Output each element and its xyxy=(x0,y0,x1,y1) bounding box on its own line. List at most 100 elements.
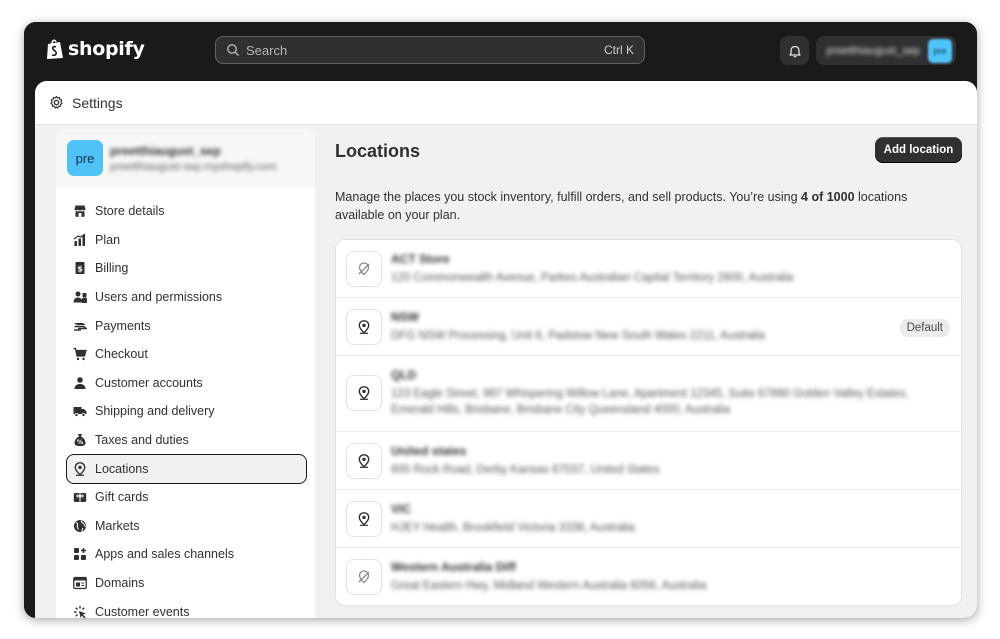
location-icon xyxy=(74,461,86,476)
settings-title: Settings xyxy=(72,94,123,111)
store-domain: preetthiaugust-sep.myshopify.com xyxy=(110,160,277,173)
truck-icon xyxy=(73,407,87,418)
location-icon xyxy=(358,320,370,334)
list-item[interactable]: QLD 123 Eagle Street, 987 Whispering Wil… xyxy=(336,356,961,432)
sidebar-item-label: Store details xyxy=(95,204,165,219)
location-name: QLD xyxy=(391,368,417,382)
svg-text:$: $ xyxy=(77,265,83,274)
account-name: preetthiaugust_sep xyxy=(826,44,920,57)
location-icon-box xyxy=(346,251,382,287)
tax-icon: % xyxy=(74,434,86,446)
app-window: shopify Search Ctrl K preetthiaugust_sep… xyxy=(24,22,977,618)
location-name: NSW xyxy=(391,310,419,324)
location-address: Great Eastern Hwy, Midland Western Austr… xyxy=(391,580,707,592)
notifications-button[interactable] xyxy=(780,36,809,65)
location-name: Western Australia Diff xyxy=(391,560,516,574)
sidebar-item-users-and-permissions[interactable]: Users and permissions xyxy=(56,283,315,312)
location-off-icon xyxy=(358,262,370,276)
svg-text:%: % xyxy=(77,438,84,446)
account-avatar: pre xyxy=(928,38,952,63)
gift-icon xyxy=(73,493,87,503)
location-address: 600 Rock Road, Derby Kansas 67037, Unite… xyxy=(391,464,660,476)
sidebar-item-apps-and-sales-channels[interactable]: Apps and sales channels xyxy=(56,540,315,569)
billing-icon: $ xyxy=(75,262,85,275)
search-input[interactable]: Search Ctrl K xyxy=(215,36,645,64)
settings-panel: Settings pre preetthiaugust_sep preetthi… xyxy=(35,81,977,618)
sidebar-item-label: Customer accounts xyxy=(95,375,203,390)
sidebar-item-locations[interactable]: Locations xyxy=(56,454,315,484)
sidebar-item-store-details[interactable]: Store details xyxy=(56,197,315,226)
sidebar-item-label: Plan xyxy=(95,232,121,247)
locations-list: ACT Store 120 Commonwealth Avenue, Parke… xyxy=(335,239,962,606)
search-placeholder: Search xyxy=(246,42,288,58)
location-address: 120 Commonwealth Avenue, Parkes Australi… xyxy=(391,272,794,284)
search-shortcut: Ctrl K xyxy=(604,43,634,57)
location-text: ACT Store 120 Commonwealth Avenue, Parke… xyxy=(391,252,941,286)
list-item[interactable]: United states 600 Rock Road, Derby Kansa… xyxy=(336,432,961,490)
sidebar-item-label: Gift cards xyxy=(95,490,149,505)
bell-icon xyxy=(788,45,801,57)
users-icon xyxy=(73,291,87,304)
description-text: Manage the places you stock inventory, f… xyxy=(335,190,802,204)
sidebar-item-gift-cards[interactable]: Gift cards xyxy=(56,483,315,512)
sidebar-item-domains[interactable]: Domains xyxy=(56,569,315,598)
location-icon-box xyxy=(346,309,382,345)
settings-nav: Store details Plan $ Billing Users and p… xyxy=(56,187,315,618)
store-icon xyxy=(74,205,86,218)
store-name: preetthiaugust_sep xyxy=(110,143,221,158)
sidebar-item-label: Markets xyxy=(95,518,140,533)
sidebar-item-shipping-and-delivery[interactable]: Shipping and delivery xyxy=(56,397,315,426)
domain-icon xyxy=(73,576,87,590)
sidebar-item-markets[interactable]: Markets xyxy=(56,512,315,541)
location-text: United states 600 Rock Road, Derby Kansa… xyxy=(391,444,941,478)
sidebar-item-label: Domains xyxy=(95,576,145,591)
chart-icon xyxy=(73,233,86,246)
page-title: Locations xyxy=(335,141,421,161)
sidebar-item-payments[interactable]: Payments xyxy=(56,311,315,340)
store-info: preetthiaugust_sep preetthiaugust-sep.my… xyxy=(110,144,277,173)
sidebar-item-customer-events[interactable]: Customer events xyxy=(56,597,315,618)
settings-header: Settings xyxy=(35,81,977,125)
sidebar-item-label: Customer events xyxy=(95,604,190,618)
sidebar-item-billing[interactable]: $ Billing xyxy=(56,254,315,283)
location-name: ACT Store xyxy=(391,252,450,266)
location-icon-box xyxy=(346,443,382,479)
store-switcher[interactable]: pre preetthiaugust_sep preetthiaugust-se… xyxy=(56,129,315,187)
sidebar-item-taxes-and-duties[interactable]: % Taxes and duties xyxy=(56,426,315,455)
location-text: Western Australia Diff Great Eastern Hwy… xyxy=(391,560,941,594)
sidebar-item-label: Locations xyxy=(95,461,149,476)
sidebar-item-customer-accounts[interactable]: Customer accounts xyxy=(56,369,315,398)
sidebar-item-label: Shipping and delivery xyxy=(95,404,215,419)
list-item[interactable]: VIC HJEY Health, Brookfield Victoria 333… xyxy=(336,490,961,548)
search-icon xyxy=(227,44,239,56)
add-location-button[interactable]: Add location xyxy=(875,137,962,163)
location-off-icon xyxy=(358,570,370,584)
location-text: QLD 123 Eagle Street, 987 Whispering Wil… xyxy=(391,368,941,418)
location-text: VIC HJEY Health, Brookfield Victoria 333… xyxy=(391,502,941,536)
sidebar-item-label: Billing xyxy=(95,261,129,276)
location-name: United states xyxy=(391,444,467,458)
location-icon-box xyxy=(346,559,382,595)
top-bar: shopify Search Ctrl K preetthiaugust_sep… xyxy=(24,22,977,78)
sidebar-item-label: Payments xyxy=(95,318,151,333)
sidebar-item-label: Checkout xyxy=(95,347,148,362)
location-icon xyxy=(358,454,370,468)
shopify-bag-icon xyxy=(47,39,63,59)
location-name: VIC xyxy=(391,502,412,516)
list-item[interactable]: ACT Store 120 Commonwealth Avenue, Parke… xyxy=(336,240,961,298)
list-item[interactable]: Western Australia Diff Great Eastern Hwy… xyxy=(336,548,961,605)
locations-usage-count: 4 of 1000 xyxy=(801,190,855,204)
sidebar-item-checkout[interactable]: Checkout xyxy=(56,340,315,369)
logo-text: shopify xyxy=(68,38,145,60)
events-icon xyxy=(74,605,86,618)
location-icon xyxy=(358,386,370,400)
shopify-logo[interactable]: shopify xyxy=(46,38,145,60)
sidebar-item-label: Taxes and duties xyxy=(95,433,189,448)
location-address: DFG NSW Processing, Unit 6, Padstow New … xyxy=(391,330,765,342)
list-item[interactable]: NSW DFG NSW Processing, Unit 6, Padstow … xyxy=(336,298,961,356)
locations-description: Manage the places you stock inventory, f… xyxy=(335,188,935,224)
sidebar-item-plan[interactable]: Plan xyxy=(56,226,315,255)
sidebar-item-label: Apps and sales channels xyxy=(95,547,234,562)
account-menu-button[interactable]: preetthiaugust_sep pre xyxy=(816,36,956,65)
payments-icon xyxy=(74,322,87,331)
